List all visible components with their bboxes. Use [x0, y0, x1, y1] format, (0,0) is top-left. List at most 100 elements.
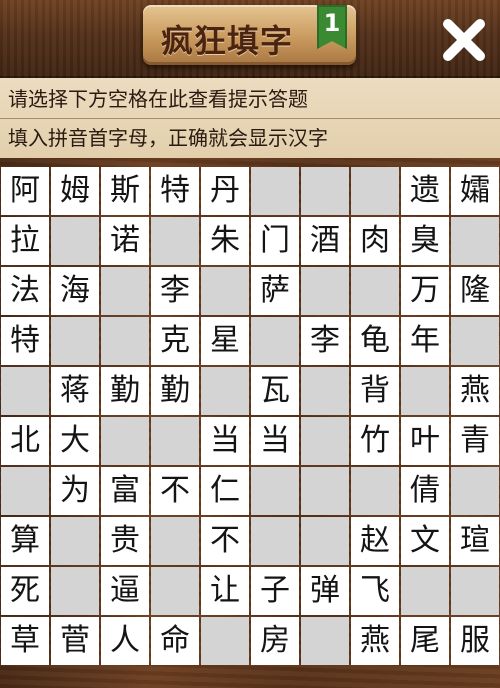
grid-cell[interactable]: 菅: [51, 617, 99, 665]
grid-cell[interactable]: 背: [351, 367, 399, 415]
grid-cell[interactable]: 让: [201, 567, 249, 615]
grid-cell[interactable]: 年: [401, 317, 449, 365]
grid-cell[interactable]: 飞: [351, 567, 399, 615]
grid-cell[interactable]: 尾: [401, 617, 449, 665]
grid-cell[interactable]: 叶: [401, 417, 449, 465]
level-number: 1: [323, 9, 341, 37]
grid-cell[interactable]: 朱: [201, 217, 249, 265]
grid-cell[interactable]: 酒: [301, 217, 349, 265]
grid-cell-blank: [51, 217, 99, 265]
grid-cell[interactable]: 斯: [101, 167, 149, 215]
grid-cell[interactable]: 青: [451, 417, 499, 465]
grid-cell[interactable]: 服: [451, 617, 499, 665]
grid-cell[interactable]: 算: [1, 517, 49, 565]
grid-cell[interactable]: 隆: [451, 267, 499, 315]
grid-cell[interactable]: 法: [1, 267, 49, 315]
grid-cell-blank: [401, 367, 449, 415]
grid-cell[interactable]: 文: [401, 517, 449, 565]
grid-cell-blank: [251, 317, 299, 365]
grid-cell[interactable]: 弹: [301, 567, 349, 615]
grid-cell[interactable]: 勤: [101, 367, 149, 415]
grid-cell-blank: [451, 317, 499, 365]
grid-cell[interactable]: 不: [201, 517, 249, 565]
grid-cell[interactable]: 萨: [251, 267, 299, 315]
grid-cell-blank: [51, 567, 99, 615]
grid-cell[interactable]: 富: [101, 467, 149, 515]
grid-cell[interactable]: 阿: [1, 167, 49, 215]
grid-cell-blank: [351, 467, 399, 515]
grid-cell[interactable]: 遗: [401, 167, 449, 215]
hint-instruction-select: 请选择下方空格在此查看提示答题: [8, 87, 308, 111]
grid-cell[interactable]: 北: [1, 417, 49, 465]
grid-cell[interactable]: 当: [201, 417, 249, 465]
grid-cell[interactable]: 丹: [201, 167, 249, 215]
grid-cell-blank: [151, 417, 199, 465]
grid-cell-blank: [351, 167, 399, 215]
grid-cell[interactable]: 命: [151, 617, 199, 665]
grid-cell[interactable]: 孀: [451, 167, 499, 215]
grid-cell[interactable]: 竹: [351, 417, 399, 465]
grid-cell[interactable]: 人: [101, 617, 149, 665]
game-title: 疯狂填字: [161, 22, 294, 60]
grid-cell[interactable]: 龟: [351, 317, 399, 365]
grid-cell[interactable]: 大: [51, 417, 99, 465]
grid-cell-blank: [151, 567, 199, 615]
grid-cell-blank: [51, 317, 99, 365]
grid-cell[interactable]: 李: [151, 267, 199, 315]
grid-cell-blank: [101, 417, 149, 465]
title-plaque: 疯狂填字 1: [143, 5, 356, 65]
grid-cell-blank: [451, 567, 499, 615]
grid-cell[interactable]: 死: [1, 567, 49, 615]
grid-cell[interactable]: 万: [401, 267, 449, 315]
grid-cell[interactable]: 瑄: [451, 517, 499, 565]
grid-cell[interactable]: 臭: [401, 217, 449, 265]
grid-cell[interactable]: 贵: [101, 517, 149, 565]
grid-cell-blank: [251, 467, 299, 515]
top-bar: 疯狂填字 1: [0, 0, 500, 78]
grid-cell[interactable]: 拉: [1, 217, 49, 265]
grid-cell[interactable]: 为: [51, 467, 99, 515]
grid-cell-blank: [101, 317, 149, 365]
grid-cell-blank: [351, 267, 399, 315]
grid-cell[interactable]: 不: [151, 467, 199, 515]
grid-cell-blank: [151, 217, 199, 265]
grid-cell[interactable]: 瓦: [251, 367, 299, 415]
level-badge: 1: [317, 5, 347, 49]
grid-cell-blank: [201, 367, 249, 415]
grid-cell-blank: [301, 467, 349, 515]
grid-cell[interactable]: 赵: [351, 517, 399, 565]
grid-cell[interactable]: 房: [251, 617, 299, 665]
grid-cell-blank: [301, 167, 349, 215]
grid-cell[interactable]: 姆: [51, 167, 99, 215]
grid-cell[interactable]: 门: [251, 217, 299, 265]
grid-cell-blank: [251, 167, 299, 215]
grid-cell[interactable]: 特: [1, 317, 49, 365]
grid-cell[interactable]: 勤: [151, 367, 199, 415]
grid-cell-blank: [301, 417, 349, 465]
hint-panel: 请选择下方空格在此查看提示答题 填入拼音首字母，正确就会显示汉字: [0, 78, 500, 158]
grid-cell[interactable]: 海: [51, 267, 99, 315]
grid-cell[interactable]: 仁: [201, 467, 249, 515]
grid-cell[interactable]: 燕: [351, 617, 399, 665]
close-icon: [443, 19, 485, 61]
grid-cell[interactable]: 子: [251, 567, 299, 615]
grid-cell-blank: [201, 267, 249, 315]
grid-cell-blank: [451, 217, 499, 265]
grid-cell[interactable]: 蒋: [51, 367, 99, 415]
grid-cell[interactable]: 燕: [451, 367, 499, 415]
grid-cell[interactable]: 诺: [101, 217, 149, 265]
grid-cell[interactable]: 李: [301, 317, 349, 365]
grid-cell-blank: [151, 517, 199, 565]
grid-cell[interactable]: 草: [1, 617, 49, 665]
grid-cell[interactable]: 倩: [401, 467, 449, 515]
crossword-board: 阿姆斯特丹遗孀拉诺朱门酒肉臭法海李萨万隆特克星李龟年蒋勤勤瓦背燕北大当当竹叶青为…: [0, 158, 500, 688]
grid-cell[interactable]: 肉: [351, 217, 399, 265]
grid-cell[interactable]: 克: [151, 317, 199, 365]
grid-cell[interactable]: 逼: [101, 567, 149, 615]
grid-cell-blank: [301, 517, 349, 565]
grid-cell[interactable]: 特: [151, 167, 199, 215]
close-button[interactable]: [436, 12, 492, 68]
grid-cell[interactable]: 星: [201, 317, 249, 365]
grid-cell-blank: [51, 517, 99, 565]
grid-cell[interactable]: 当: [251, 417, 299, 465]
